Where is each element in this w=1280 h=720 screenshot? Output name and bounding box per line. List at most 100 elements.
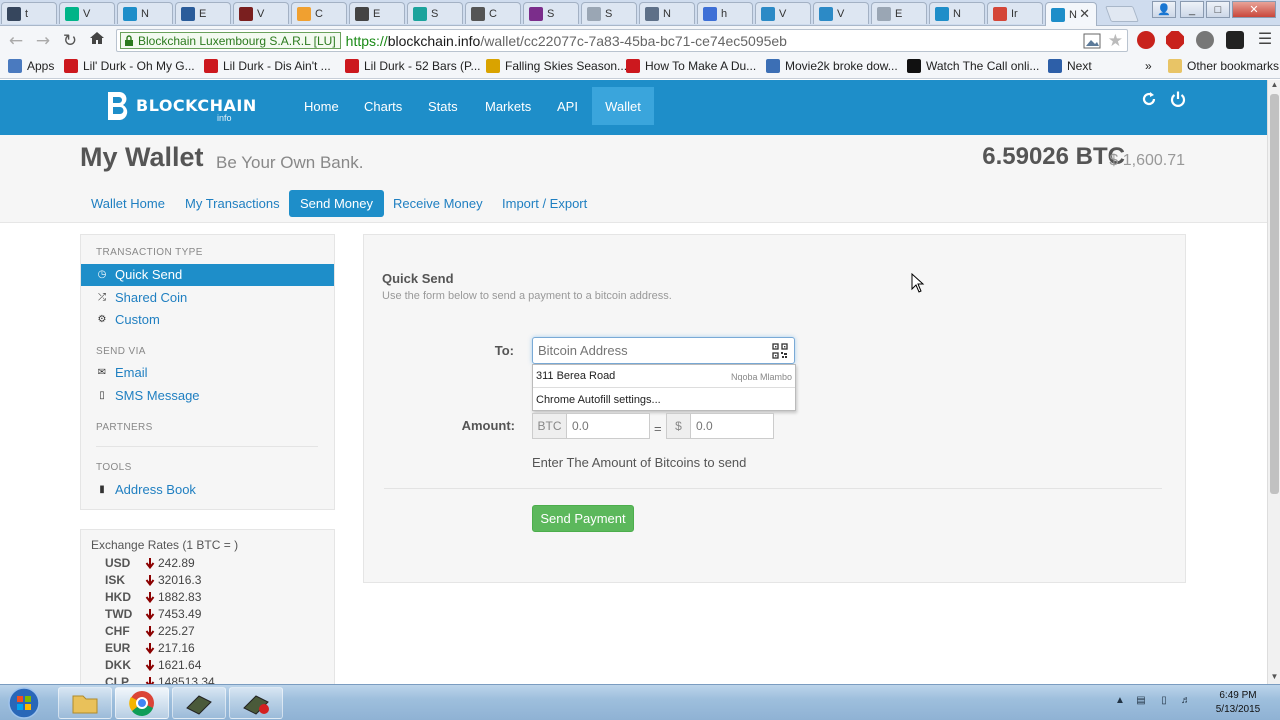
bitcoin-address-input[interactable] xyxy=(532,337,795,364)
sidebar-item-quick-send[interactable]: ◷ Quick Send xyxy=(81,264,334,286)
down-arrow-icon xyxy=(145,608,155,620)
bookmark-item[interactable]: Movie2k broke dow... xyxy=(766,59,898,73)
browser-tab[interactable]: V xyxy=(233,2,289,24)
browser-tab[interactable]: N ✕ xyxy=(1045,2,1097,26)
home-button[interactable] xyxy=(86,30,108,52)
site-logo[interactable]: BLOCKCHAIN info xyxy=(104,89,257,123)
tab-send-money[interactable]: Send Money xyxy=(289,190,384,217)
taskbar-chrome-button[interactable] xyxy=(115,687,169,719)
usd-amount-input[interactable] xyxy=(690,413,774,439)
nav-markets[interactable]: Markets xyxy=(485,80,531,125)
taskbar-recorder-button[interactable] xyxy=(229,687,283,719)
chrome-menu-icon[interactable]: ☰ xyxy=(1256,31,1274,49)
taskbar-explorer-button[interactable] xyxy=(58,687,112,719)
extension-icon[interactable] xyxy=(1137,31,1155,49)
adblock-plus-icon[interactable] xyxy=(1166,31,1184,49)
browser-tab[interactable]: h xyxy=(697,2,753,24)
bookmark-item[interactable]: Apps xyxy=(8,59,54,73)
image-blocked-icon[interactable] xyxy=(1083,33,1101,49)
nav-wallet[interactable]: Wallet xyxy=(592,87,654,125)
url-text: https://blockchain.info/wallet/cc22077c-… xyxy=(346,33,787,49)
browser-tab[interactable]: N xyxy=(117,2,173,24)
start-button-icon[interactable] xyxy=(4,686,44,720)
bookmark-item[interactable]: Watch The Call onli... xyxy=(907,59,1039,73)
other-bookmarks-button[interactable]: Other bookmarks xyxy=(1168,59,1279,73)
close-window-button[interactable]: ✕ xyxy=(1232,1,1276,18)
minimize-button[interactable]: _ xyxy=(1180,1,1204,18)
reload-button[interactable]: ↻ xyxy=(59,30,81,52)
extension-icon[interactable] xyxy=(1196,31,1214,49)
maximize-button[interactable]: □ xyxy=(1206,1,1230,18)
balance-btc[interactable]: 6.59026 BTC xyxy=(982,143,1125,171)
tab-receive-money[interactable]: Receive Money xyxy=(382,190,494,217)
browser-tab[interactable]: E xyxy=(349,2,405,24)
rate-currency: DKK xyxy=(105,657,131,672)
nav-charts[interactable]: Charts xyxy=(364,80,402,125)
bookmark-star-icon[interactable]: ★ xyxy=(1108,31,1123,51)
scrollbar-thumb[interactable] xyxy=(1270,94,1279,494)
profile-button[interactable]: 👤 xyxy=(1152,1,1176,18)
bookmark-item[interactable]: Lil' Durk - Oh My G... xyxy=(64,59,195,73)
tab-my-transactions[interactable]: My Transactions xyxy=(174,190,291,217)
balance-usd: $ 1,600.71 xyxy=(1109,152,1185,169)
browser-tab[interactable]: V xyxy=(59,2,115,24)
nav-home[interactable]: Home xyxy=(304,80,339,125)
bookmark-item[interactable]: Falling Skies Season... xyxy=(486,59,627,73)
browser-tab[interactable]: C xyxy=(465,2,521,24)
bookmark-label: Lil Durk - Dis Ain't ... xyxy=(223,59,331,73)
browser-tab[interactable]: V xyxy=(755,2,811,24)
nav-api[interactable]: API xyxy=(557,80,578,125)
bookmark-item[interactable]: Lil Durk - 52 Bars (P... xyxy=(345,59,480,73)
qr-code-icon[interactable] xyxy=(772,343,788,359)
ev-certificate-badge[interactable]: Blockchain Luxembourg S.A.R.L [LU] xyxy=(120,32,341,49)
sidebar-item-email[interactable]: ✉ Email xyxy=(81,362,334,384)
autofill-settings-link[interactable]: Chrome Autofill settings... xyxy=(536,394,661,406)
autofill-suggestion[interactable]: 311 Berea Road Nqoba Mlambo xyxy=(533,365,795,388)
page-scrollbar[interactable]: ▲ ▼ xyxy=(1267,80,1280,684)
close-tab-icon[interactable]: ✕ xyxy=(1079,6,1090,22)
browser-tab[interactable]: E xyxy=(175,2,231,24)
bookmark-item[interactable]: How To Make A Du... xyxy=(626,59,756,73)
new-tab-button[interactable] xyxy=(1105,6,1139,22)
tray-clock[interactable]: 6:49 PM 5/13/2015 xyxy=(1206,689,1270,717)
browser-tab[interactable]: E xyxy=(871,2,927,24)
taskbar-app-button[interactable] xyxy=(172,687,226,719)
extension-icon[interactable] xyxy=(1226,31,1244,49)
tray-keyboard-icon[interactable]: ▤ xyxy=(1134,695,1148,709)
scroll-down-arrow-icon[interactable]: ▼ xyxy=(1268,672,1280,684)
forward-button[interactable]: → xyxy=(32,30,54,52)
address-bar[interactable]: Blockchain Luxembourg S.A.R.L [LU] https… xyxy=(116,29,1128,52)
browser-tab[interactable]: S xyxy=(407,2,463,24)
tray-expand-icon[interactable]: ▲ xyxy=(1113,695,1127,709)
nav-stats[interactable]: Stats xyxy=(428,80,458,125)
browser-tab[interactable]: S xyxy=(523,2,579,24)
browser-tab[interactable]: Ir xyxy=(987,2,1043,24)
bookmarks-overflow-button[interactable]: » xyxy=(1145,59,1152,73)
bookmark-item[interactable]: Lil Durk - Dis Ain't ... xyxy=(204,59,331,73)
send-payment-button[interactable]: Send Payment xyxy=(532,505,634,532)
browser-tab[interactable]: S xyxy=(581,2,637,24)
tab-wallet-home[interactable]: Wallet Home xyxy=(80,190,176,217)
sidebar-item-address-book[interactable]: ▮ Address Book xyxy=(81,479,334,501)
tab-import-export[interactable]: Import / Export xyxy=(491,190,598,217)
rate-value: 1882.83 xyxy=(158,589,202,604)
sidebar-item-sms-message[interactable]: ▯ SMS Message xyxy=(81,385,334,407)
page-title: My Wallet xyxy=(80,142,204,172)
browser-tab[interactable]: V xyxy=(813,2,869,24)
down-arrow-icon xyxy=(145,642,155,654)
back-button[interactable]: ← xyxy=(5,30,27,52)
scroll-up-arrow-icon[interactable]: ▲ xyxy=(1268,80,1280,92)
browser-tab[interactable]: N xyxy=(639,2,695,24)
sidebar-item-custom[interactable]: ⚙ Custom xyxy=(81,309,334,331)
tray-volume-icon[interactable]: ♬ xyxy=(1179,695,1193,709)
form-description: Use the form below to send a payment to … xyxy=(382,290,672,302)
sidebar-item-shared-coin[interactable]: ⤮ Shared Coin xyxy=(81,287,334,309)
refresh-icon[interactable] xyxy=(1140,90,1158,108)
btc-amount-input[interactable] xyxy=(566,413,650,439)
browser-tab[interactable]: C xyxy=(291,2,347,24)
logout-power-icon[interactable] xyxy=(1169,90,1187,108)
browser-tab[interactable]: t xyxy=(1,2,57,24)
bookmark-item[interactable]: Next xyxy=(1048,59,1092,73)
browser-tab[interactable]: N xyxy=(929,2,985,24)
tray-battery-icon[interactable]: ▯ xyxy=(1157,695,1171,709)
